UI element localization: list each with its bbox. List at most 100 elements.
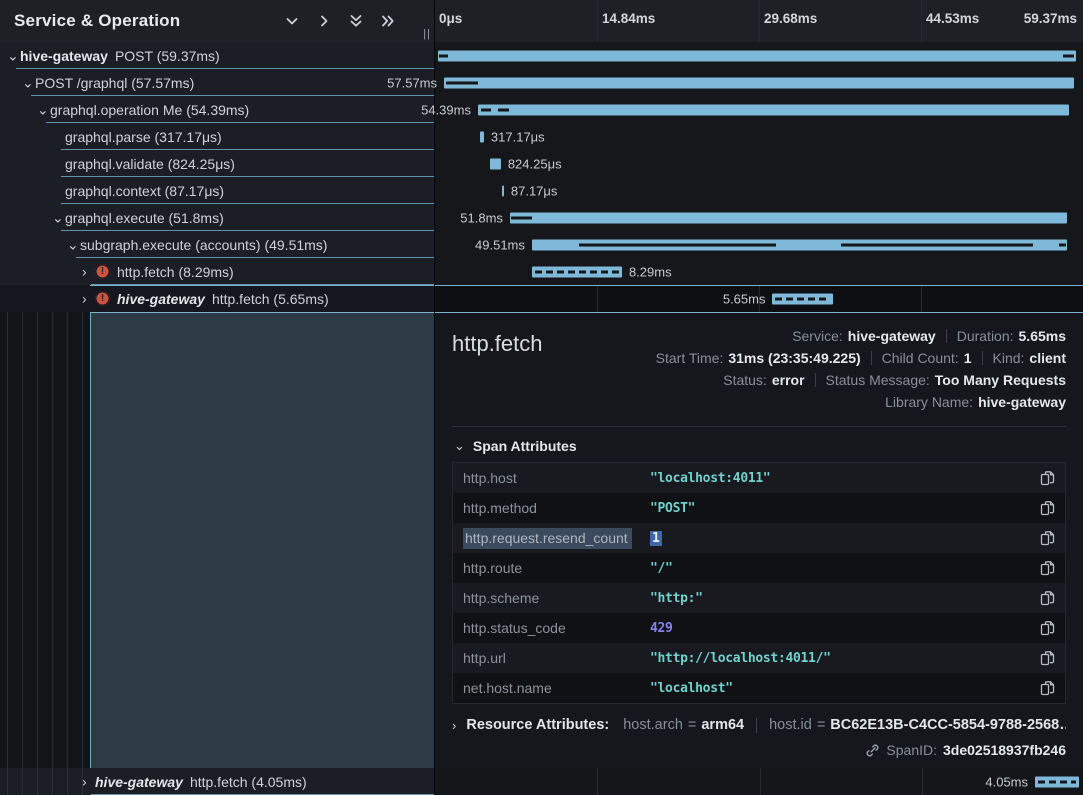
span-bar[interactable] [490,158,501,169]
gridline [921,0,922,42]
operation-label: graphql.context (87.17μs) [65,183,224,199]
copy-value-button[interactable] [1040,560,1055,576]
child-span-marker [1059,243,1066,246]
attribute-row: http.host"localhost:4011" [453,463,1065,493]
span-bar[interactable] [772,294,833,305]
span-id-label: SpanID: [886,742,937,758]
tree-row[interactable]: ⌄graphql.execute (51.8ms) [0,204,434,231]
timeline-row[interactable]: 824.25μs [435,150,1083,177]
chevrons-right-icon[interactable] [380,13,396,29]
attribute-value-text: 429 [650,621,673,636]
tree-row-content: subgraph.execute (accounts) (49.51ms) [0,231,434,258]
child-span-marker [446,81,478,84]
indent-guide [22,312,23,795]
span-detail-header: http.fetch Service:hive-gatewayDuration:… [452,325,1066,413]
timeline-row[interactable]: 51.8ms [435,204,1083,231]
child-span-marker [511,216,532,219]
timeline-row[interactable] [435,42,1083,69]
tree-row-content: POST /graphql (57.57ms) [0,69,434,96]
duration-label: 87.17μs [511,183,558,198]
timeline-row[interactable]: 317.17μs [435,123,1083,150]
meta-value: hive-gateway [848,328,936,344]
span-bar[interactable] [1035,776,1079,787]
copy-value-button[interactable] [1040,650,1055,666]
attribute-key: http.route [463,560,650,576]
duration-label: 824.25μs [508,156,562,171]
resource-attributes-values: host.arch=arm64host.id=BC62E13B-C4CC-585… [623,717,1066,733]
divider [946,329,947,343]
copy-value-button[interactable] [1040,620,1055,636]
timeline-ruler[interactable]: 0μs 14.84ms 29.68ms 44.53ms 59.37ms [435,0,1083,42]
span-bar[interactable] [478,104,1069,115]
span-bar[interactable] [510,212,1067,223]
tree-row[interactable]: ›hive-gatewayhttp.fetch (4.05ms) [0,768,434,795]
divider [756,718,757,733]
trace-viewer: Service & Operation || ⌄hive-gatewayPOST… [0,0,1083,795]
attribute-key: net.host.name [463,680,650,696]
resource-value: arm64 [701,717,744,733]
span-meta-line: Start Time:31ms (23:35:49.225)Child Coun… [656,347,1066,369]
timeline-row[interactable]: 49.51ms [435,231,1083,258]
chevron-down-icon[interactable]: ⌄ [454,438,465,454]
tree-row[interactable]: graphql.parse (317.17μs) [0,123,434,150]
copy-value-button[interactable] [1040,590,1055,606]
timeline-row[interactable]: 87.17μs [435,177,1083,204]
copy-value-button[interactable] [1040,470,1055,486]
span-attributes-heading[interactable]: ⌄ Span Attributes [454,438,1066,454]
operation-label: http.fetch (5.65ms) [212,291,329,307]
tree-row[interactable]: ⌄hive-gatewayPOST (59.37ms) [0,42,434,69]
attribute-key: http.request.resend_count [463,530,650,546]
tree-row[interactable]: graphql.context (87.17μs) [0,177,434,204]
tree-row[interactable]: graphql.validate (824.25μs) [0,150,434,177]
error-icon: ! [95,291,110,306]
duration-label: 54.39ms [421,102,471,117]
timeline-panel: 0μs 14.84ms 29.68ms 44.53ms 59.37ms 57.5… [434,0,1083,795]
span-bar[interactable] [444,77,1074,88]
span-bar[interactable] [480,131,484,142]
meta-value: 1 [964,350,972,366]
chevron-right-icon[interactable] [316,13,332,29]
timeline-row[interactable]: 57.57ms [435,69,1083,96]
tree-row-content: graphql.parse (317.17μs) [0,123,434,150]
timeline-row-bottom[interactable]: 4.05ms [435,768,1083,795]
meta-value: 5.65ms [1019,328,1066,344]
indent-guide [82,312,83,795]
attribute-row: http.url"http://localhost:4011/" [453,643,1065,673]
tree-row[interactable]: ›!hive-gatewayhttp.fetch (5.65ms) [0,285,434,312]
selected-span-region [90,312,434,768]
attribute-row: http.method"POST" [453,493,1065,523]
meta-value: Too Many Requests [935,372,1066,388]
tree-row[interactable]: ⌄subgraph.execute (accounts) (49.51ms) [0,231,434,258]
copy-value-button[interactable] [1040,500,1055,516]
error-icon: ! [95,264,110,279]
attribute-key-text: http.status_code [463,620,566,636]
span-bar[interactable] [502,185,504,196]
tree-row[interactable]: ⌄POST /graphql (57.57ms) [0,69,434,96]
chevron-right-icon[interactable]: › [452,718,456,733]
span-bar[interactable] [532,266,622,277]
panel-resize-handle[interactable]: || [423,28,431,40]
copy-value-button[interactable] [1040,680,1055,696]
meta-label: Status: [723,372,767,388]
timeline-row[interactable]: 8.29ms [435,258,1083,285]
span-title: http.fetch [452,331,543,357]
meta-value: hive-gateway [978,394,1066,410]
link-icon[interactable] [865,743,880,758]
tree-row[interactable]: ⌄graphql.operation Me (54.39ms) [0,96,434,123]
tree-row[interactable]: ›!http.fetch (8.29ms) [0,258,434,285]
meta-label: Start Time: [656,350,724,366]
span-meta-line: Status:errorStatus Message:Too Many Requ… [656,369,1066,391]
chevrons-down-icon[interactable] [348,13,364,29]
timeline-row[interactable]: 54.39ms [435,96,1083,123]
indent-guide [52,312,53,795]
duration-label: 5.65ms [723,292,766,307]
copy-value-button[interactable] [1040,530,1055,546]
timeline-row-selected[interactable]: 5.65ms [435,285,1083,312]
gridline [597,0,598,42]
resource-attributes[interactable]: › Resource Attributes: host.arch=arm64ho… [452,717,1066,733]
attribute-value-text: "/" [650,561,673,576]
chevron-down-icon[interactable] [284,13,300,29]
span-bar[interactable] [438,50,1076,61]
child-span-marker [841,243,1033,246]
operation-label: graphql.validate (824.25μs) [65,156,235,172]
